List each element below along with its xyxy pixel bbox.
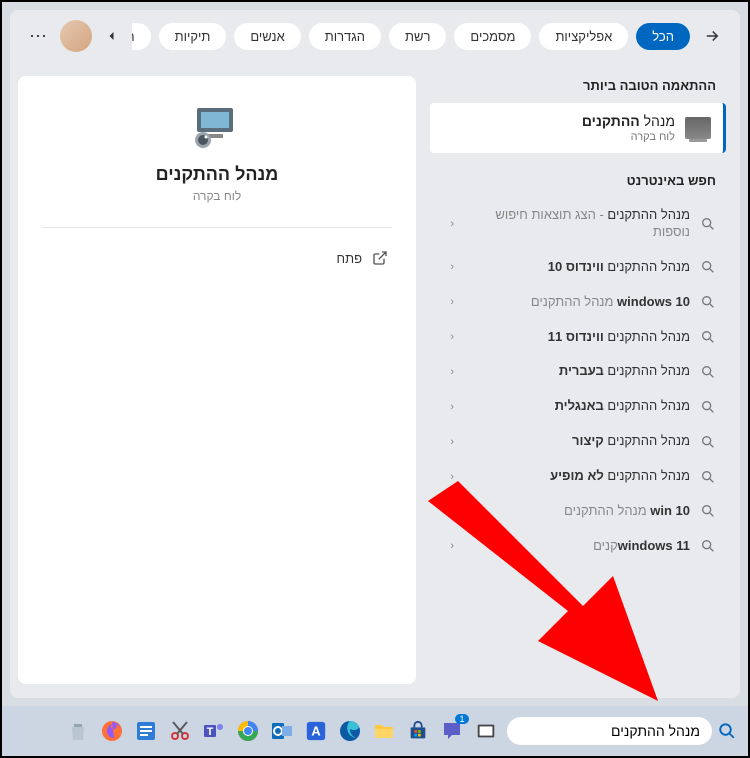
filter-pill-7[interactable]: תמונו [132, 23, 151, 50]
taskbar-search-box[interactable] [507, 717, 712, 745]
search-icon [700, 294, 716, 310]
preview-title: מנהל ההתקנים [156, 164, 279, 185]
web-result-0[interactable]: מנהל ההתקנים - הצג תוצאות חיפוש נוספות ‹ [430, 198, 726, 250]
taskbar: 1 A T [2, 706, 748, 756]
back-button[interactable] [698, 22, 726, 50]
search-results-panel: הכל אפליקציות מסמכים רשת הגדרות אנשים תיקיות תמ… [10, 10, 740, 698]
taskbar-search-icon[interactable] [718, 722, 736, 740]
search-icon [700, 216, 716, 232]
open-external-icon [372, 250, 388, 266]
chevron-left-icon: ‹ [440, 261, 454, 273]
chevron-left-icon: ‹ [440, 401, 454, 413]
section-web-search: חפש באינטרנט [430, 167, 726, 194]
taskbar-chat[interactable]: 1 [437, 716, 467, 746]
filter-pill-6[interactable]: תיקיות [159, 23, 227, 50]
filter-pill-1[interactable]: אפליקציות [539, 23, 628, 50]
taskbar-taskview[interactable] [471, 716, 501, 746]
taskbar-firefox[interactable] [97, 716, 127, 746]
preview-subtitle: לוח בקרה [193, 189, 241, 203]
filter-bar: הכל אפליקציות מסמכים רשת הגדרות אנשים תיקיות תמ… [10, 10, 740, 62]
taskbar-recycle[interactable] [63, 716, 93, 746]
chevron-left-icon: ‹ [440, 331, 454, 343]
filter-pill-2[interactable]: מסמכים [454, 23, 531, 50]
filter-pill-0[interactable]: הכל [636, 23, 690, 50]
chevron-left-icon: ‹ [440, 218, 454, 230]
chevron-left-icon: ‹ [440, 436, 454, 448]
more-options-button[interactable]: ⋯ [24, 22, 52, 50]
search-icon [700, 364, 716, 380]
search-icon [700, 399, 716, 415]
taskbar-teams[interactable]: T [199, 716, 229, 746]
search-icon [700, 259, 716, 275]
search-icon [700, 469, 716, 485]
web-result-1[interactable]: מנהל ההתקנים ווינדוס 10 ‹ [430, 250, 726, 285]
filter-pills: הכל אפליקציות מסמכים רשת הגדרות אנשים תיקיות תמ… [132, 23, 690, 50]
preview-device-manager-icon [189, 106, 245, 150]
taskbar-app2[interactable] [131, 716, 161, 746]
web-result-5[interactable]: מנהל ההתקנים באנגלית ‹ [430, 389, 726, 424]
taskbar-outlook[interactable] [267, 716, 297, 746]
taskbar-icons: 1 A T [63, 716, 501, 746]
results-column: ההתאמה הטובה ביותר מנהל ההתקנים לוח בקרה… [430, 62, 740, 698]
taskbar-explorer[interactable] [369, 716, 399, 746]
taskbar-edge[interactable] [335, 716, 365, 746]
svg-text:T: T [207, 726, 214, 738]
taskbar-chrome[interactable] [233, 716, 263, 746]
taskbar-store[interactable] [403, 716, 433, 746]
web-result-3[interactable]: מנהל ההתקנים ווינדוס 11 ‹ [430, 320, 726, 355]
web-result-4[interactable]: מנהל ההתקנים בעברית ‹ [430, 354, 726, 389]
chevron-left-icon: ‹ [440, 505, 454, 517]
device-manager-icon [685, 117, 711, 139]
chevron-left-icon: ‹ [440, 296, 454, 308]
search-icon [700, 538, 716, 554]
preview-card: מנהל ההתקנים לוח בקרה פתח [18, 76, 416, 684]
open-label: פתח [337, 251, 362, 266]
best-match-result[interactable]: מנהל ההתקנים לוח בקרה [430, 103, 726, 153]
chevron-left-icon: ‹ [440, 366, 454, 378]
web-result-7[interactable]: מנהל ההתקנים לא מופיע ‹ [430, 459, 726, 494]
taskbar-app1[interactable]: A [301, 716, 331, 746]
search-icon [700, 434, 716, 450]
search-icon [700, 503, 716, 519]
user-avatar[interactable] [60, 20, 92, 52]
open-action[interactable]: פתח [42, 242, 392, 274]
filter-pill-4[interactable]: הגדרות [309, 23, 381, 50]
chevron-left-icon: ‹ [440, 471, 454, 483]
web-result-6[interactable]: מנהל ההתקנים קיצור ‹ [430, 424, 726, 459]
filter-pill-5[interactable]: אנשים [234, 23, 300, 50]
best-match-text: מנהל ההתקנים לוח בקרה [442, 113, 675, 143]
web-result-8[interactable]: win 10 מנהל ההתקנים ‹ [430, 494, 726, 529]
web-result-2[interactable]: windows 10 מנהל ההתקנים ‹ [430, 285, 726, 320]
preview-column: מנהל ההתקנים לוח בקרה פתח [10, 62, 430, 698]
section-best-match: ההתאמה הטובה ביותר [430, 72, 726, 99]
svg-text:A: A [311, 724, 320, 739]
filter-scroll-left[interactable] [100, 24, 124, 48]
filter-pill-3[interactable]: רשת [389, 23, 446, 50]
divider [42, 227, 392, 228]
chevron-left-icon: ‹ [440, 540, 454, 552]
search-icon [700, 329, 716, 345]
taskbar-snip[interactable] [165, 716, 195, 746]
taskbar-search-input[interactable] [519, 723, 700, 739]
web-result-9[interactable]: windows 11קנים ‹ [430, 529, 726, 564]
content-area: ההתאמה הטובה ביותר מנהל ההתקנים לוח בקרה… [10, 62, 740, 698]
